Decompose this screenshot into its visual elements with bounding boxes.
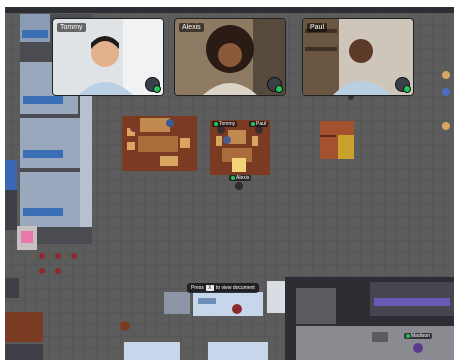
player-tag-tommy: Tommy [212, 121, 238, 127]
online-dot-icon [406, 333, 410, 338]
video-label-tommy: Tommy [57, 23, 86, 32]
bookshelf-right[interactable] [320, 121, 354, 159]
alexis-speech-bubble [232, 158, 246, 172]
bottom-desk-2[interactable] [208, 342, 268, 360]
video-tile-paul[interactable]: Paul [302, 18, 414, 96]
lounge-room[interactable] [285, 277, 454, 360]
prompt-suffix: to view document [215, 285, 255, 291]
player-tag-paul: Paul [249, 121, 269, 127]
video-tile-alexis[interactable]: Alexis [174, 18, 286, 96]
avatar-right-mid[interactable] [442, 88, 450, 96]
online-status-icon [403, 85, 411, 93]
alexis-avatar[interactable] [235, 182, 243, 190]
online-status-icon [275, 85, 283, 93]
player-tag-madison: Madison [404, 333, 432, 339]
prompt-prefix: Press [191, 285, 204, 291]
bottom-left-chair [5, 278, 19, 298]
game-viewport[interactable]: Tommy Alexis Paul Tommy Paul Alexis Madi… [0, 0, 459, 360]
online-dot-icon [214, 121, 218, 126]
online-status-icon [153, 85, 161, 93]
player-tag-alexis: Alexis [229, 175, 252, 181]
avatar-bottom[interactable] [120, 321, 130, 331]
madison-avatar[interactable] [413, 343, 423, 353]
document-kiosk[interactable] [267, 281, 285, 313]
video-label-paul: Paul [307, 23, 328, 32]
avatar-right-top[interactable] [442, 71, 450, 79]
bottom-desk-1[interactable] [124, 342, 180, 360]
player-avatar[interactable] [232, 304, 242, 314]
top-wall [5, 7, 454, 13]
left-wall-segment [5, 190, 17, 230]
document-desk[interactable] [164, 292, 190, 314]
online-dot-icon [231, 175, 235, 180]
view-document-prompt: Press X to view document [187, 283, 259, 293]
video-label-alexis: Alexis [179, 23, 204, 32]
bottom-left-desk[interactable] [5, 312, 43, 342]
blue-chair [5, 160, 17, 190]
video-tile-tommy[interactable]: Tommy [52, 18, 164, 96]
prompt-key: X [206, 285, 214, 291]
online-dot-icon [251, 121, 255, 126]
avatar-right-low[interactable] [442, 122, 450, 130]
